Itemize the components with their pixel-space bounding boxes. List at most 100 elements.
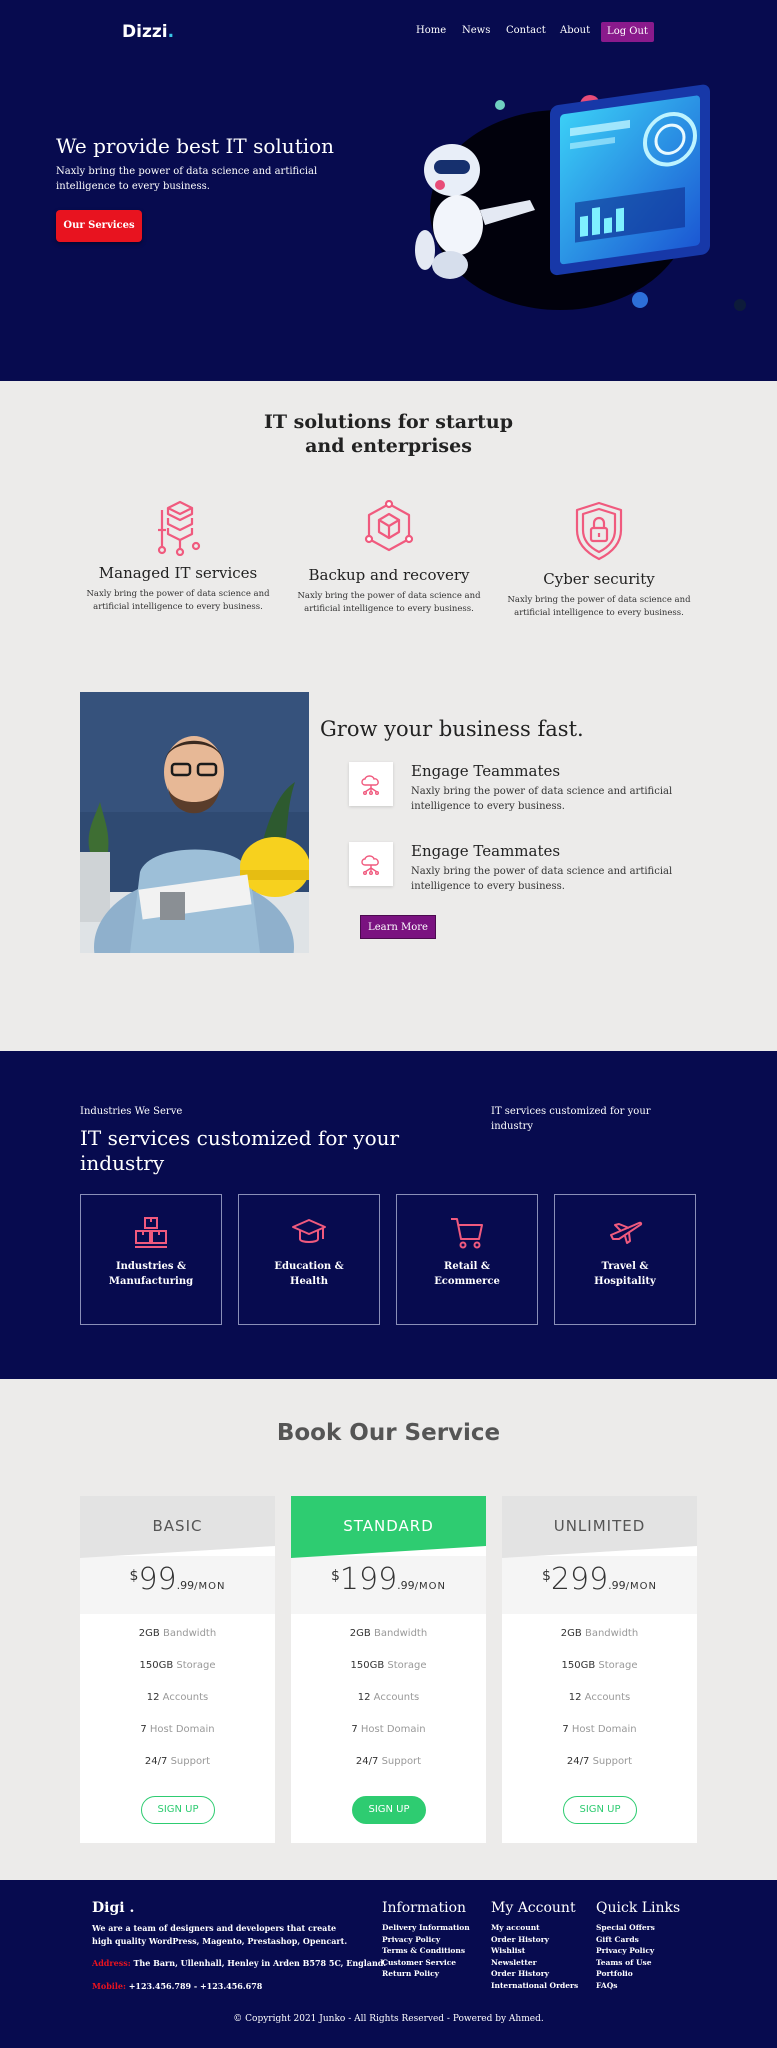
pricing-plan-unlimited: UNLIMITED $299.99/MON 2GB Bandwidth 150G… xyxy=(502,1496,697,1843)
footer-link[interactable]: Return Policy xyxy=(382,1968,470,1980)
industries-section: Industries We Serve IT services customiz… xyxy=(0,1051,777,1379)
plan-feature: 24/7 Support xyxy=(566,1756,633,1767)
robot-dashboard-illustration xyxy=(415,84,746,311)
solution-card-text: Naxly bring the power of data science an… xyxy=(297,591,481,614)
our-services-button[interactable]: Our Services xyxy=(56,210,142,242)
price-period: /MON xyxy=(414,1581,447,1592)
footer-column-title: Information xyxy=(382,1900,467,1916)
pricing-plan-standard: STANDARD $199.99/MON 2GB Bandwidth 150GB… xyxy=(291,1496,486,1843)
price-cents: .99 xyxy=(608,1579,626,1592)
price-period: /MON xyxy=(194,1581,226,1592)
shield-lock-icon xyxy=(575,501,623,561)
footer-link[interactable]: Newsletter xyxy=(491,1957,578,1969)
plan-feature: 7 Host Domain xyxy=(140,1724,215,1735)
footer-column-title: Quick Links xyxy=(596,1900,681,1916)
plan-price: $299.99/MON xyxy=(502,1556,697,1614)
nav-link-contact[interactable]: Contact xyxy=(506,25,546,36)
cloud-network-icon xyxy=(361,775,380,796)
plan-feature: 7 Host Domain xyxy=(351,1724,426,1735)
solution-card-managed: Managed IT services Naxly bring the powe… xyxy=(73,500,283,614)
footer-link[interactable]: Order History xyxy=(491,1968,578,1980)
footer-link[interactable]: My account xyxy=(491,1922,578,1934)
solution-card-text: Naxly bring the power of data science an… xyxy=(86,589,270,612)
footer-link[interactable]: Privacy Policy xyxy=(382,1934,470,1946)
industry-card-label: Travel & Hospitality xyxy=(594,1261,656,1287)
cube-network-icon xyxy=(364,500,414,552)
footer-column-title: My Account xyxy=(491,1900,576,1916)
address-value: The Barn, Ullenhall, Henley in Arden B57… xyxy=(133,1958,387,1968)
nav-link-news[interactable]: News xyxy=(462,25,490,36)
solutions-title-line1: IT solutions for startup xyxy=(264,411,513,433)
feature-icon-box xyxy=(349,842,393,886)
learn-more-button[interactable]: Learn More xyxy=(360,915,436,939)
industry-card-retail[interactable]: Retail & Ecommerce xyxy=(396,1194,538,1325)
feature-item: Engage Teammates Naxly bring the power o… xyxy=(349,762,709,812)
mobile-value: +123.456.789 - +123.456.678 xyxy=(128,1981,263,1991)
footer-link[interactable]: Order History xyxy=(491,1934,578,1946)
plan-feature: 24/7 Support xyxy=(355,1756,422,1767)
price-currency: $ xyxy=(129,1568,139,1584)
footer-link[interactable]: Special Offers xyxy=(596,1922,680,1934)
footer-brand: Digi . xyxy=(92,1900,135,1916)
plan-feature: 12 Accounts xyxy=(146,1692,209,1703)
plan-header: UNLIMITED xyxy=(502,1496,697,1558)
nav-link-about[interactable]: About xyxy=(560,25,590,36)
server-stack-icon xyxy=(157,500,201,556)
industry-card-travel[interactable]: Travel & Hospitality xyxy=(554,1194,696,1325)
price-amount: 299 xyxy=(550,1562,609,1597)
footer-link[interactable]: Gift Cards xyxy=(596,1934,680,1946)
plan-feature: 150GB Storage xyxy=(139,1660,216,1671)
solution-card-cyber: Cyber security Naxly bring the power of … xyxy=(494,500,704,620)
grow-title: Grow your business fast. xyxy=(320,717,584,741)
sign-up-button[interactable]: SIGN UP xyxy=(563,1796,637,1824)
sign-up-button[interactable]: SIGN UP xyxy=(352,1796,426,1824)
footer-link[interactable]: Delivery Information xyxy=(382,1922,470,1934)
plan-feature: 12 Accounts xyxy=(357,1692,420,1703)
pricing-plan-basic: BASIC $99.99/MON 2GB Bandwidth 150GB Sto… xyxy=(80,1496,275,1843)
footer-link[interactable]: Teams of Use xyxy=(596,1957,680,1969)
plan-feature: 2GB Bandwidth xyxy=(349,1628,428,1639)
graduation-cap-icon xyxy=(292,1219,326,1243)
solution-card-text: Naxly bring the power of data science an… xyxy=(507,595,691,618)
plan-header: STANDARD xyxy=(291,1496,486,1558)
solution-card-title: Backup and recovery xyxy=(308,566,470,584)
logout-button[interactable]: Log Out xyxy=(601,22,654,42)
shopping-cart-icon xyxy=(451,1218,483,1249)
nav-link-home[interactable]: Home xyxy=(416,25,446,36)
solution-card-backup: Backup and recovery Naxly bring the powe… xyxy=(284,500,494,616)
sign-up-button[interactable]: SIGN UP xyxy=(141,1796,215,1824)
solution-card-title: Cyber security xyxy=(543,570,655,588)
footer-column-my-account: My Account My account Order History Wish… xyxy=(491,1900,578,1991)
footer-column-quick-links: Quick Links Special Offers Gift Cards Pr… xyxy=(596,1900,680,1991)
footer-link[interactable]: Wishlist xyxy=(491,1945,578,1957)
plan-feature: 12 Accounts xyxy=(568,1692,631,1703)
price-cents: .99 xyxy=(397,1579,415,1592)
footer-link[interactable]: Privacy Policy xyxy=(596,1945,680,1957)
boxes-icon xyxy=(135,1217,167,1248)
industry-card-education[interactable]: Education & Health xyxy=(238,1194,380,1325)
plan-name: STANDARD xyxy=(343,1517,434,1535)
feature-item: Engage Teammates Naxly bring the power o… xyxy=(349,842,709,892)
plan-feature: 150GB Storage xyxy=(561,1660,638,1671)
price-currency: $ xyxy=(330,1568,340,1584)
mobile-label: Mobile: xyxy=(92,1981,126,1991)
footer-link[interactable]: Terms & Conditions xyxy=(382,1945,470,1957)
footer-link[interactable]: Customer Service xyxy=(382,1957,470,1969)
feature-title: Engage Teammates xyxy=(411,762,561,780)
industries-side-text: IT services customized for your industry xyxy=(491,1106,651,1132)
price-currency: $ xyxy=(541,1568,551,1584)
hero-section: Dizzi. Home News Contact About Log Out W… xyxy=(0,0,777,381)
footer-link[interactable]: Portfolio xyxy=(596,1968,680,1980)
industries-kicker: Industries We Serve xyxy=(80,1106,183,1117)
hero-subtitle: Naxly bring the power of data science an… xyxy=(56,166,318,192)
plan-feature: 2GB Bandwidth xyxy=(138,1628,217,1639)
footer-link[interactable]: FAQs xyxy=(596,1980,680,1992)
footer-about: We are a team of designers and developer… xyxy=(92,1923,348,1946)
industries-title: IT services customized for your industry xyxy=(80,1126,400,1175)
price-amount: 199 xyxy=(339,1562,398,1597)
price-cents: .99 xyxy=(176,1579,195,1592)
footer-link[interactable]: International Orders xyxy=(491,1980,578,1992)
plan-header: BASIC xyxy=(80,1496,275,1558)
price-period: /MON xyxy=(625,1581,658,1592)
industry-card-manufacturing[interactable]: Industries & Manufacturing xyxy=(80,1194,222,1325)
